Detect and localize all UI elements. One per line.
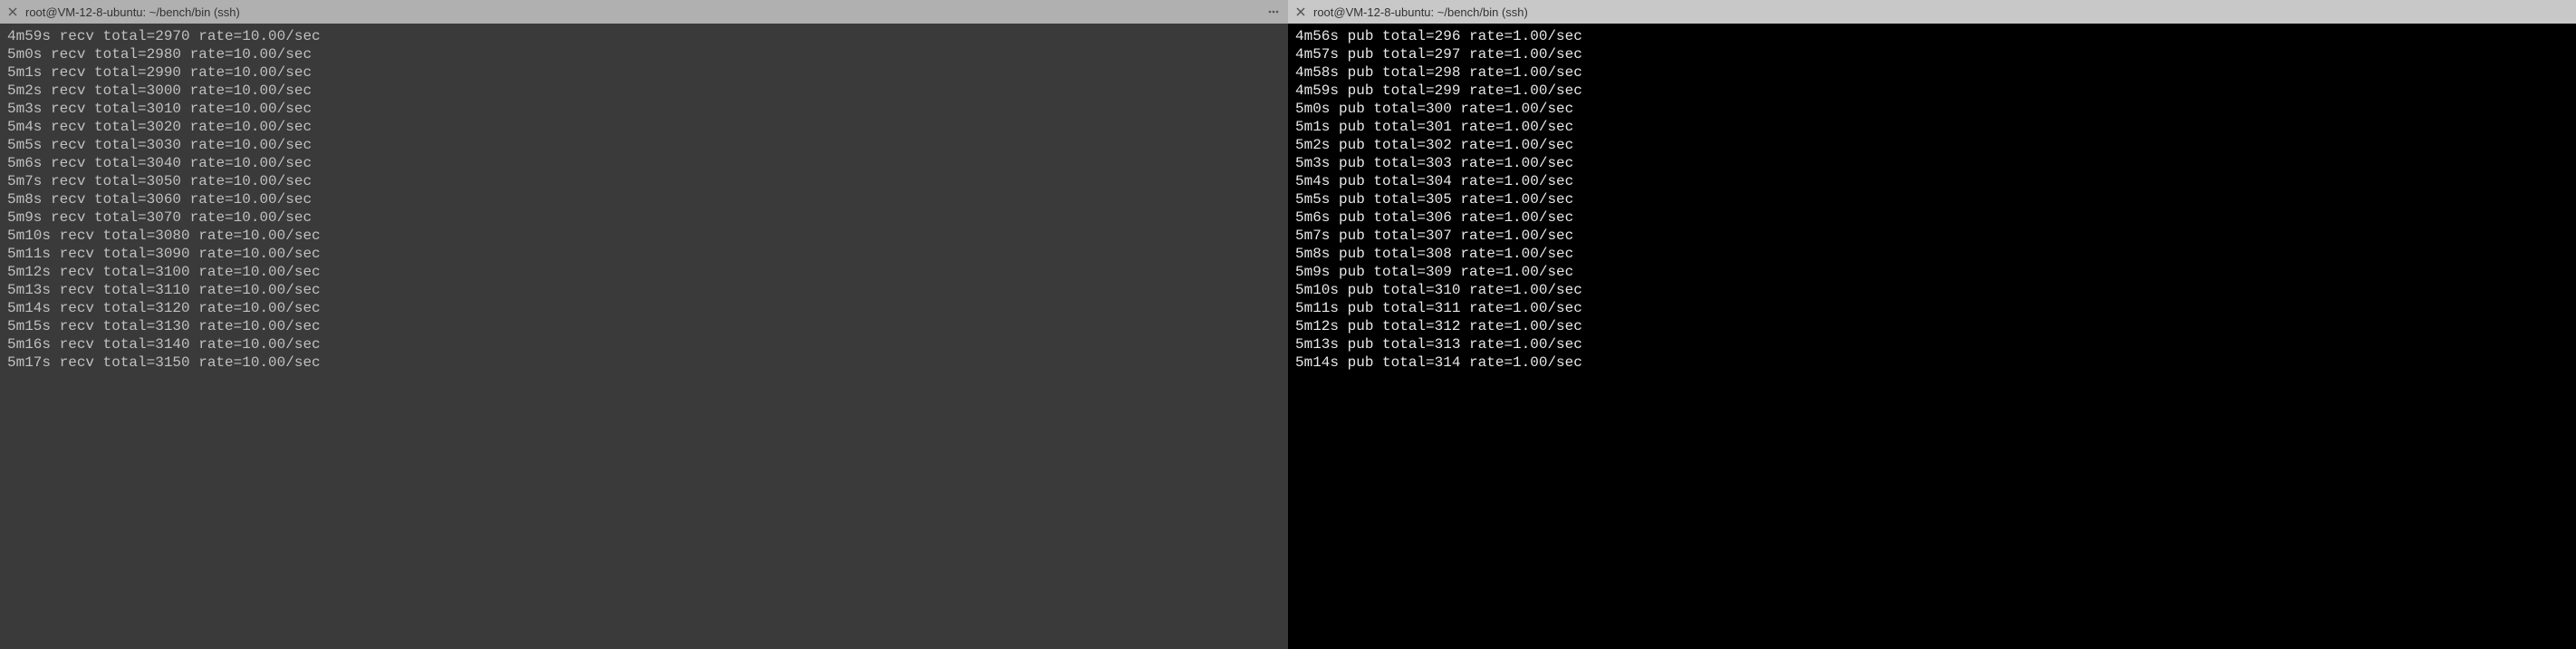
terminal-line: 5m3s pub total=303 rate=1.00/sec	[1295, 154, 2569, 172]
terminal-line: 5m0s pub total=300 rate=1.00/sec	[1295, 100, 2569, 118]
terminal-line: 5m9s recv total=3070 rate=10.00/sec	[7, 208, 1281, 227]
terminal-line: 5m6s pub total=306 rate=1.00/sec	[1295, 208, 2569, 227]
terminal-line: 5m3s recv total=3010 rate=10.00/sec	[7, 100, 1281, 118]
terminal-output-left[interactable]: 4m59s recv total=2970 rate=10.00/sec5m0s…	[0, 24, 1288, 649]
terminal-pane-right: root@VM-12-8-ubuntu: ~/bench/bin (ssh) 4…	[1288, 0, 2576, 649]
terminal-line: 5m0s recv total=2980 rate=10.00/sec	[7, 45, 1281, 63]
terminal-line: 5m11s recv total=3090 rate=10.00/sec	[7, 245, 1281, 263]
terminal-line: 5m11s pub total=311 rate=1.00/sec	[1295, 299, 2569, 317]
terminal-line: 5m13s pub total=313 rate=1.00/sec	[1295, 335, 2569, 354]
terminal-line: 5m7s recv total=3050 rate=10.00/sec	[7, 172, 1281, 190]
terminal-line: 5m15s recv total=3130 rate=10.00/sec	[7, 317, 1281, 335]
tab-bar-left: root@VM-12-8-ubuntu: ~/bench/bin (ssh)	[0, 0, 1288, 24]
terminal-line: 5m16s recv total=3140 rate=10.00/sec	[7, 335, 1281, 354]
terminal-line: 4m59s recv total=2970 rate=10.00/sec	[7, 27, 1281, 45]
terminal-line: 5m5s pub total=305 rate=1.00/sec	[1295, 190, 2569, 208]
terminal-line: 5m4s recv total=3020 rate=10.00/sec	[7, 118, 1281, 136]
terminal-line: 5m14s pub total=314 rate=1.00/sec	[1295, 354, 2569, 372]
tab-bar-right: root@VM-12-8-ubuntu: ~/bench/bin (ssh)	[1288, 0, 2576, 24]
tab-title-right[interactable]: root@VM-12-8-ubuntu: ~/bench/bin (ssh)	[1313, 5, 1528, 19]
terminal-line: 5m9s pub total=309 rate=1.00/sec	[1295, 263, 2569, 281]
terminal-line: 5m7s pub total=307 rate=1.00/sec	[1295, 227, 2569, 245]
terminal-line: 4m56s pub total=296 rate=1.00/sec	[1295, 27, 2569, 45]
terminal-line: 5m5s recv total=3030 rate=10.00/sec	[7, 136, 1281, 154]
terminal-line: 5m2s recv total=3000 rate=10.00/sec	[7, 82, 1281, 100]
close-icon[interactable]	[7, 6, 18, 17]
terminal-line: 5m14s recv total=3120 rate=10.00/sec	[7, 299, 1281, 317]
more-horizontal-icon[interactable]	[1266, 5, 1281, 19]
close-icon[interactable]	[1295, 6, 1306, 17]
terminal-line: 5m17s recv total=3150 rate=10.00/sec	[7, 354, 1281, 372]
terminal-line: 5m8s pub total=308 rate=1.00/sec	[1295, 245, 2569, 263]
terminal-line: 4m57s pub total=297 rate=1.00/sec	[1295, 45, 2569, 63]
terminal-line: 4m58s pub total=298 rate=1.00/sec	[1295, 63, 2569, 82]
terminal-line: 5m1s recv total=2990 rate=10.00/sec	[7, 63, 1281, 82]
terminal-line: 5m6s recv total=3040 rate=10.00/sec	[7, 154, 1281, 172]
terminal-line: 5m4s pub total=304 rate=1.00/sec	[1295, 172, 2569, 190]
terminal-line: 5m2s pub total=302 rate=1.00/sec	[1295, 136, 2569, 154]
terminal-line: 5m10s recv total=3080 rate=10.00/sec	[7, 227, 1281, 245]
terminal-line: 5m1s pub total=301 rate=1.00/sec	[1295, 118, 2569, 136]
terminal-pane-left: root@VM-12-8-ubuntu: ~/bench/bin (ssh) 4…	[0, 0, 1288, 649]
terminal-line: 5m13s recv total=3110 rate=10.00/sec	[7, 281, 1281, 299]
terminal-line: 5m8s recv total=3060 rate=10.00/sec	[7, 190, 1281, 208]
terminal-line: 5m12s recv total=3100 rate=10.00/sec	[7, 263, 1281, 281]
terminal-line: 5m10s pub total=310 rate=1.00/sec	[1295, 281, 2569, 299]
terminal-line: 4m59s pub total=299 rate=1.00/sec	[1295, 82, 2569, 100]
terminal-output-right[interactable]: 4m56s pub total=296 rate=1.00/sec4m57s p…	[1288, 24, 2576, 649]
terminal-line: 5m12s pub total=312 rate=1.00/sec	[1295, 317, 2569, 335]
tab-title-left[interactable]: root@VM-12-8-ubuntu: ~/bench/bin (ssh)	[25, 5, 240, 19]
